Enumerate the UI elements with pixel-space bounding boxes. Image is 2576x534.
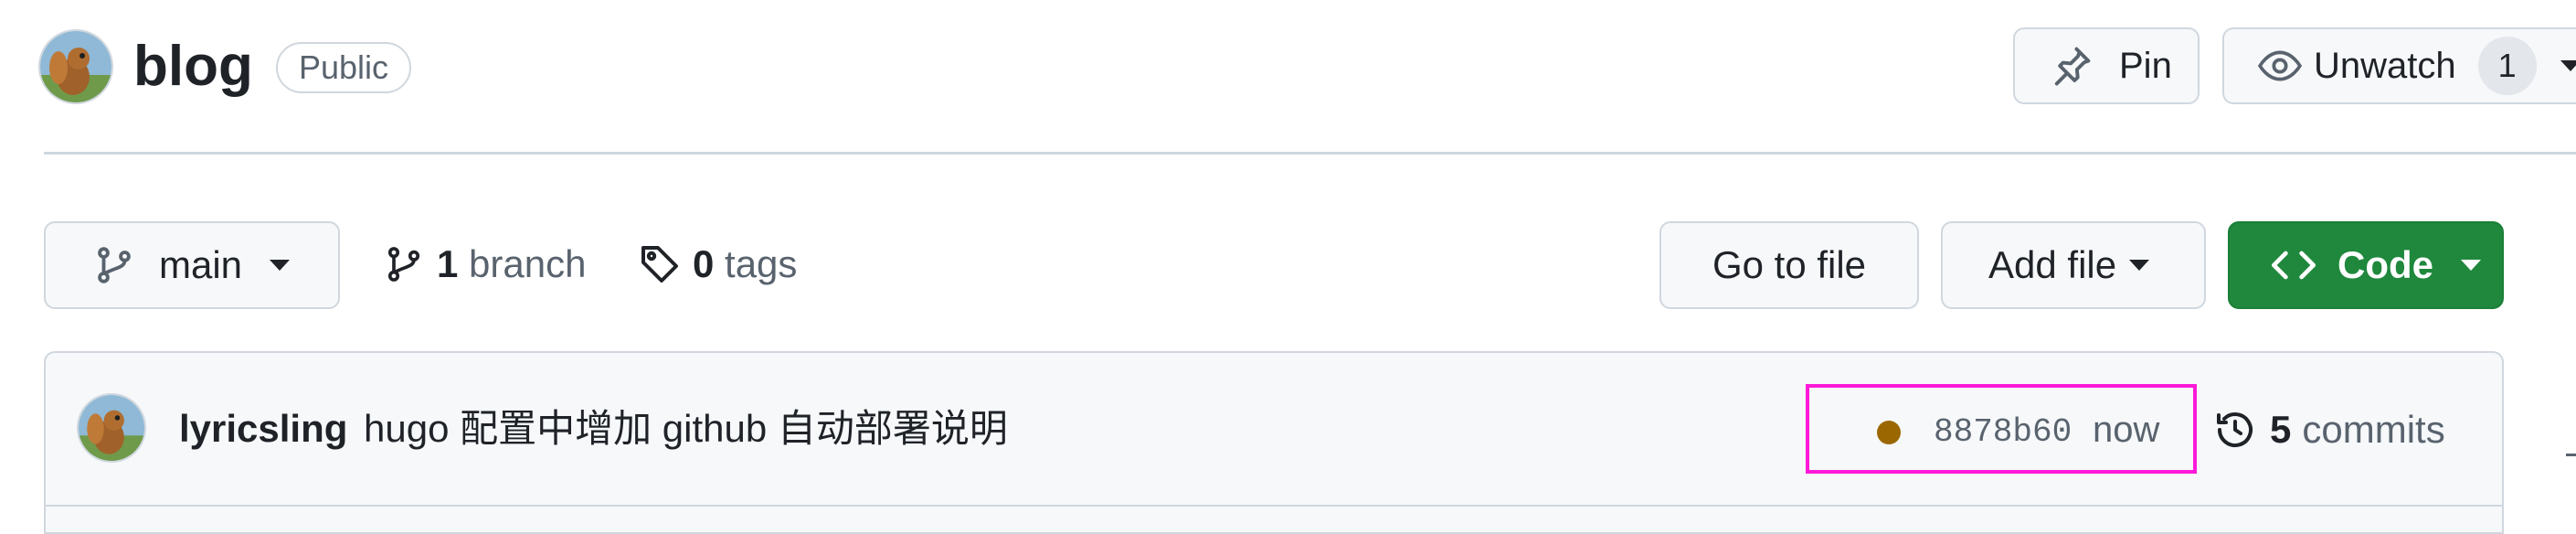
commit-sha[interactable]: 8878b60 bbox=[1934, 410, 2072, 455]
branch-selector[interactable]: main bbox=[44, 221, 340, 309]
header-divider bbox=[44, 152, 2576, 155]
chevron-down-icon bbox=[270, 260, 291, 271]
code-button[interactable]: Code bbox=[2228, 221, 2504, 309]
add-file-label: Add file bbox=[1988, 243, 2117, 286]
commit-count: 5 bbox=[2270, 408, 2292, 451]
unwatch-button[interactable]: Unwatch 1 bbox=[2222, 27, 2576, 104]
sidebar-edge-divider bbox=[2566, 454, 2576, 456]
chevron-down-icon bbox=[2461, 260, 2481, 271]
pin-icon bbox=[2048, 42, 2095, 90]
current-branch: main bbox=[159, 243, 243, 286]
commit-author[interactable]: lyricsling bbox=[179, 404, 347, 454]
tag-label: tags bbox=[725, 242, 798, 285]
repo-owner-avatar[interactable] bbox=[40, 31, 111, 102]
tag-count: 0 bbox=[693, 242, 715, 285]
branch-label: branch bbox=[469, 242, 587, 285]
git-branch-icon bbox=[93, 244, 135, 286]
commit-message[interactable]: hugo 配置中增加 github 自动部署说明 bbox=[364, 404, 1008, 454]
commit-time: now bbox=[2093, 410, 2160, 450]
branch-count: 1 bbox=[437, 242, 459, 285]
visibility-badge: Public bbox=[276, 42, 411, 93]
commit-label: commits bbox=[2302, 408, 2445, 451]
chevron-down-icon bbox=[2560, 60, 2576, 71]
chevron-down-icon bbox=[2129, 260, 2150, 271]
commit-box-divider bbox=[46, 505, 2502, 507]
tags-link[interactable]: 0 tags bbox=[638, 240, 797, 289]
commit-status-dot[interactable] bbox=[1877, 421, 1901, 444]
history-icon bbox=[2213, 408, 2257, 452]
eye-icon bbox=[2257, 43, 2303, 89]
code-icon bbox=[2270, 241, 2317, 289]
code-label: Code bbox=[2337, 243, 2433, 286]
branches-link[interactable]: 1 branch bbox=[384, 240, 586, 289]
pin-label: Pin bbox=[2119, 45, 2172, 86]
unwatch-label: Unwatch bbox=[2314, 45, 2456, 86]
watch-count: 1 bbox=[2477, 37, 2537, 95]
tag-icon bbox=[638, 242, 682, 286]
git-branch-icon bbox=[384, 244, 424, 284]
add-file-button[interactable]: Add file bbox=[1941, 221, 2206, 309]
go-to-file-button[interactable]: Go to file bbox=[1659, 221, 1919, 309]
repo-name[interactable]: blog bbox=[133, 37, 253, 97]
pin-button[interactable]: Pin bbox=[2013, 27, 2200, 104]
commit-author-avatar[interactable] bbox=[79, 395, 144, 461]
commits-history-link[interactable]: 5 commits bbox=[2213, 404, 2445, 455]
